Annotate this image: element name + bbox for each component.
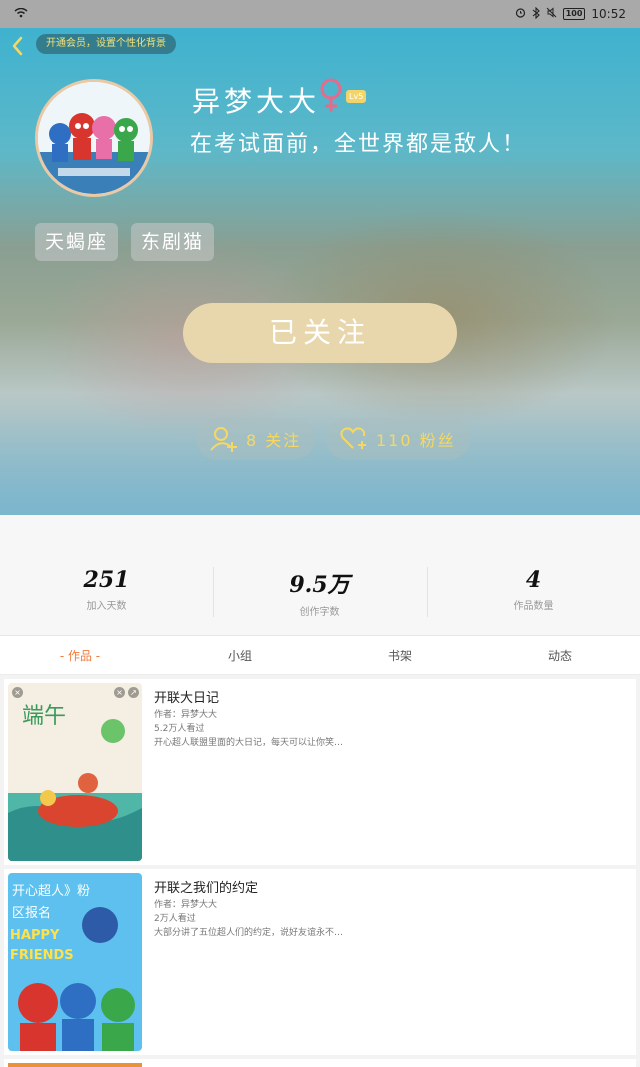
tab-groups[interactable]: 小组 xyxy=(160,636,320,676)
work-title[interactable]: 开联之我们的约定 xyxy=(154,877,258,896)
wifi-icon xyxy=(14,7,28,21)
work-cover[interactable]: 开心超人》粉 区报名 HAPPY FRIENDS xyxy=(8,873,142,1051)
work-author: 作者：异梦大大 xyxy=(154,900,218,910)
stat-value: 251 xyxy=(83,567,130,593)
tag-category[interactable]: 东剧猫 xyxy=(131,223,215,261)
cover-text: 端午 xyxy=(22,704,66,729)
battery-icon: 100 xyxy=(562,8,586,20)
work-card[interactable] xyxy=(4,1059,636,1067)
bluetooth-icon xyxy=(532,6,540,22)
work-author: 作者：异梦大大 xyxy=(154,710,218,720)
work-card[interactable]: 开心超人》粉 区报名 HAPPY FRIENDS 开联之我们的约定 作者：异梦大… xyxy=(4,869,636,1055)
work-cover[interactable] xyxy=(8,1063,142,1067)
back-button[interactable] xyxy=(6,34,30,58)
stat-label: 创作字数 xyxy=(299,607,340,618)
following-button[interactable]: 8 关注 xyxy=(196,418,316,460)
stat-value: 4 xyxy=(525,567,542,593)
chevron-left-icon xyxy=(12,36,23,56)
work-views: 5.2万人看过 xyxy=(154,724,205,734)
female-icon xyxy=(318,78,344,118)
stats-row: 251 加入天数 9.5万 创作字数 4 作品数量 xyxy=(0,515,640,635)
followed-button[interactable]: 已关注 xyxy=(183,303,457,363)
work-card[interactable]: 端午 × × ↗ 开联大日记 作者：异梦大大 5.2万人看过 开心超人联盟里面的… xyxy=(4,679,636,865)
stat-label: 加入天数 xyxy=(86,601,127,612)
heart-plus-icon xyxy=(340,427,366,449)
work-summary: 开心超人联盟里面的大日记，每天可以让你笑… xyxy=(154,738,344,748)
add-user-icon xyxy=(210,427,237,452)
following-count: 8 关注 xyxy=(246,431,302,450)
status-bar: 100 10:52 xyxy=(0,0,640,28)
work-title[interactable]: 开联大日记 xyxy=(154,687,219,706)
work-views: 2万人看过 xyxy=(154,914,196,924)
profile-tabs: - 作品 - 小组 书架 动态 xyxy=(0,635,640,675)
close-icon[interactable]: × xyxy=(114,687,125,698)
tab-bookshelf[interactable]: 书架 xyxy=(320,636,480,676)
svg-text:开心超人》粉: 开心超人》粉 xyxy=(12,884,90,899)
stat-label: 作品数量 xyxy=(513,601,554,612)
alarm-icon xyxy=(515,7,526,21)
close-icon[interactable]: × xyxy=(12,687,23,698)
vip-background-notice[interactable]: 开通会员，设置个性化背景 xyxy=(36,34,176,54)
tab-works[interactable]: - 作品 - xyxy=(0,636,160,676)
clock-time: 10:52 xyxy=(591,7,626,21)
signature: 在考试面前，全世界都是敌人！ xyxy=(190,132,527,157)
stat-value: 9.5万 xyxy=(289,572,350,598)
share-icon[interactable]: ↗ xyxy=(128,687,139,698)
avatar[interactable] xyxy=(35,79,153,197)
level-badge: Lv5 xyxy=(346,90,367,103)
work-summary: 大部分讲了五位超人们的约定，说好友谊永不… xyxy=(154,928,344,938)
stat-words: 9.5万 创作字数 xyxy=(213,567,426,618)
profile-header: 开通会员，设置个性化背景 异梦大大 Lv5 在考试面前，全世界都是敌人！ 天蝎座… xyxy=(0,28,640,515)
work-cover[interactable]: 端午 × × ↗ xyxy=(8,683,142,861)
fans-count: 110 粉丝 xyxy=(376,431,456,450)
stat-works: 4 作品数量 xyxy=(427,567,640,612)
tab-activity[interactable]: 动态 xyxy=(480,636,640,676)
svg-text:HAPPY: HAPPY xyxy=(10,928,60,943)
stat-days: 251 加入天数 xyxy=(0,567,213,612)
mute-icon xyxy=(546,7,557,21)
svg-text:区报名: 区报名 xyxy=(12,905,51,921)
fans-button[interactable]: 110 粉丝 xyxy=(326,418,470,460)
tag-zodiac[interactable]: 天蝎座 xyxy=(35,223,119,261)
username: 异梦大大 xyxy=(192,85,321,118)
svg-text:FRIENDS: FRIENDS xyxy=(10,948,74,963)
